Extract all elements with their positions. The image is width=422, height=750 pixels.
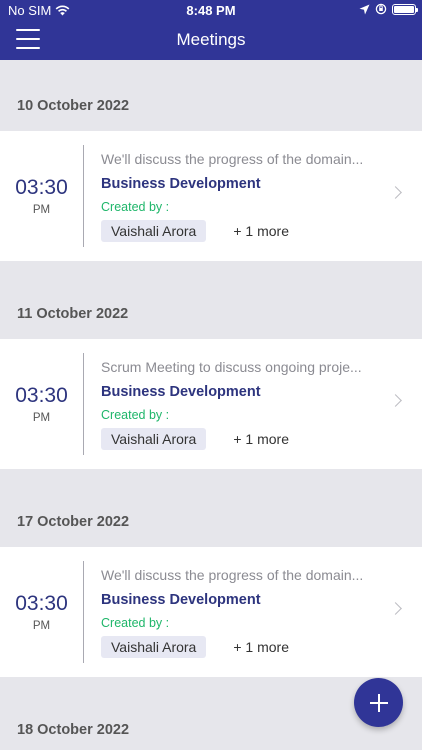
creator-chip: Vaishali Arora (101, 219, 207, 242)
list-top-spacer (0, 60, 422, 81)
created-by-label: Created by : (101, 407, 170, 422)
location-arrow-icon (359, 4, 370, 14)
status-right (359, 3, 418, 15)
meeting-details: We'll discuss the progress of the domain… (84, 151, 422, 242)
created-by-label: Created by : (101, 615, 170, 630)
creator-chip: Vaishali Arora (101, 635, 207, 658)
meeting-description: We'll discuss the progress of the domain… (101, 150, 364, 167)
meeting-time: 03:30 PM (0, 353, 84, 455)
meetings-list: 10 October 2022 03:30 PM We'll discuss t… (0, 81, 422, 750)
page-title: Meetings (176, 30, 246, 49)
date-header: 10 October 2022 (17, 98, 130, 114)
meeting-card[interactable]: 03:30 PM Scrum Meeting to discuss ongoin… (0, 339, 422, 469)
more-attendees: + 1 more (233, 222, 289, 239)
date-header: 11 October 2022 (17, 306, 129, 322)
creator-chip: Vaishali Arora (101, 427, 207, 450)
navbar: Meetings (0, 22, 422, 60)
meeting-description: Scrum Meeting to discuss ongoing proje..… (101, 358, 362, 375)
attendees: Vaishali Arora + 1 more (101, 427, 422, 450)
meeting-time-value: 03:30 (15, 592, 68, 615)
meeting-time-ampm: PM (32, 412, 51, 424)
group-gap (0, 469, 422, 497)
battery-icon (392, 3, 418, 15)
meeting-card[interactable]: 03:30 PM We'll discuss the progress of t… (0, 547, 422, 677)
attendees: Vaishali Arora + 1 more (101, 635, 422, 658)
meeting-time-value: 03:30 (15, 384, 68, 407)
created-by-label: Created by : (101, 199, 170, 214)
meeting-description: We'll discuss the progress of the domain… (101, 566, 364, 583)
add-meeting-button[interactable] (354, 678, 403, 727)
status-bar: No SIM 8:48 PM (0, 0, 422, 22)
more-attendees: + 1 more (233, 638, 289, 655)
meeting-time: 03:30 PM (0, 561, 84, 663)
orientation-lock-icon (375, 3, 387, 15)
meeting-time-ampm: PM (32, 620, 51, 632)
meeting-time-value: 03:30 (15, 176, 68, 199)
more-attendees: + 1 more (233, 430, 289, 447)
meeting-time-ampm: PM (32, 204, 51, 216)
group-gap (0, 261, 422, 289)
meeting-team: Business Development (101, 175, 261, 192)
attendees: Vaishali Arora + 1 more (101, 219, 422, 242)
meeting-card[interactable]: 03:30 PM We'll discuss the progress of t… (0, 131, 422, 261)
meeting-team: Business Development (101, 591, 261, 608)
date-header: 17 October 2022 (17, 514, 130, 530)
meeting-details: We'll discuss the progress of the domain… (84, 567, 422, 658)
meeting-team: Business Development (101, 383, 261, 400)
meeting-details: Scrum Meeting to discuss ongoing proje..… (84, 359, 422, 450)
app-header: No SIM 8:48 PM Meetings (0, 0, 422, 60)
meeting-time: 03:30 PM (0, 145, 84, 247)
